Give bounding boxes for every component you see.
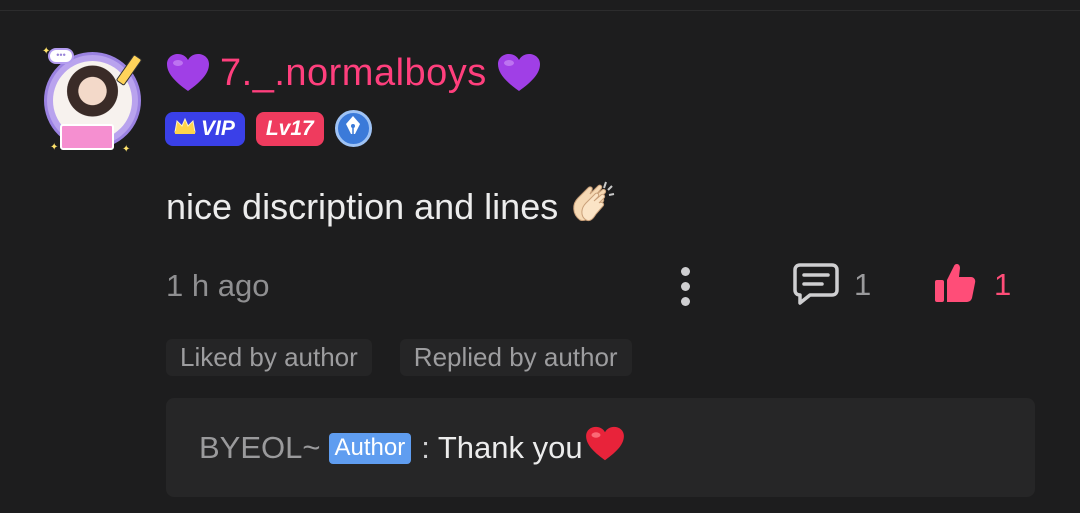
red-heart-icon [585,426,625,470]
crown-icon [173,117,197,141]
sparkle-icon: ✦ [42,46,51,57]
comment-icon [792,261,840,310]
author-reply[interactable]: BYEOL~ Author : Thank you [166,398,1035,497]
top-divider [0,10,1080,11]
dot [680,281,690,291]
reply-button[interactable]: 1 [792,262,871,308]
purple-heart-icon [166,53,210,93]
author-interaction-tags: Liked by author Replied by author [166,339,632,376]
book-icon [60,124,114,150]
liked-by-author-tag: Liked by author [166,339,372,376]
reply-text: Thank you [437,430,583,465]
username-row[interactable]: 7._.normalboys [166,50,541,96]
vip-label: VIP [201,116,235,140]
author-badge: Author [328,432,412,464]
chat-bubble-icon: ••• [48,48,74,64]
vip-badge[interactable]: VIP [165,111,245,146]
dot [680,296,690,306]
comment-text: nice discription and lines [166,185,559,227]
user-avatar[interactable]: ••• ✦ ✦ ✦ [38,44,148,159]
dot [680,266,690,276]
level-badge[interactable]: Lv17 [255,111,324,146]
reply-separator: : [421,430,430,465]
purple-heart-icon [497,53,541,93]
replied-by-author-tag: Replied by author [399,339,632,376]
sparkle-icon: ✦ [50,142,59,153]
comment-body: nice discription and lines [166,180,616,233]
thumbs-up-icon [932,260,978,311]
pen-nib-icon [343,115,363,142]
reply-count: 1 [854,267,872,302]
like-count: 1 [994,267,1012,302]
more-options-button[interactable] [674,264,696,308]
sparkle-icon: ✦ [122,144,131,155]
username[interactable]: 7._.normalboys [220,52,487,95]
reply-line: BYEOL~ Author : Thank you [199,426,625,470]
comment-time: 1 h ago [166,268,270,303]
comment-actions: 1 h ago 1 1 [166,262,1036,312]
reply-author-name[interactable]: BYEOL~ [199,430,321,466]
level-label: Lv17 [265,116,314,140]
clapping-hands-icon [568,180,616,233]
like-button[interactable]: 1 [932,262,1011,308]
user-badges: VIP Lv17 [165,110,372,147]
writer-badge[interactable] [334,110,372,147]
